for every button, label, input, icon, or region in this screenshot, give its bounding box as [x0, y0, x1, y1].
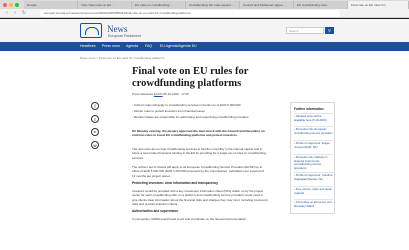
search-input[interactable]: Search: [286, 27, 324, 34]
browser-tab[interactable]: Crowdfunding: EU rules agreed...: [186, 1, 240, 9]
back-icon[interactable]: ‹: [4, 10, 10, 16]
article-byline: Press Releases ECON 05-10-2020 - 17:09: [132, 92, 189, 96]
page-viewport: News European Parliament Search ⚲ Headli…: [0, 19, 409, 250]
browser-tab[interactable]: EU rules on crowdfunding...: [132, 1, 186, 9]
breadcrumb[interactable]: Press room > Final vote on EU rules for …: [80, 56, 164, 60]
nav-item-faq[interactable]: FAQ: [145, 42, 152, 51]
whatsapp-icon[interactable]: w: [91, 141, 99, 149]
twitter-icon[interactable]: t: [91, 115, 99, 123]
minimize-window-button[interactable]: [9, 3, 13, 7]
article-paragraph: Investors would be provided with a key i…: [132, 189, 268, 206]
url-field[interactable]: europarl.europa.eu/news/en/press-room/20…: [40, 10, 340, 17]
site-header: News European Parliament Search ⚲: [0, 19, 409, 42]
byline-date: 05-10-2020 - 17:09: [163, 92, 189, 96]
reload-icon[interactable]: ↻: [21, 10, 27, 16]
sidebar-link[interactable]: Profile of rapporteur: Eugen Jurzyca (EC…: [294, 141, 333, 149]
byline-link[interactable]: ECON: [154, 92, 163, 96]
nav-item-headlines[interactable]: Headlines: [80, 42, 96, 51]
browser-tab[interactable]: EU crowdfunding rules: [294, 1, 348, 9]
further-information-panel: Further information Adopted texts will b…: [290, 102, 335, 214]
maximize-window-button[interactable]: [15, 3, 19, 7]
sidebar-link[interactable]: Adopted texts will be available here (5.…: [294, 114, 333, 122]
browser-tab[interactable]: Google: [24, 1, 78, 9]
sidebar-link[interactable]: Committee on Economic and Monetary Affai…: [294, 200, 333, 208]
site-subtitle: European Parliament: [108, 34, 141, 38]
nav-item-agenda[interactable]: Agenda: [126, 42, 138, 51]
sidebar-link[interactable]: Profile of rapporteur: Caroline Nagtegaa…: [294, 173, 333, 181]
ep-logo[interactable]: [80, 23, 102, 38]
article-paragraph: In connection, ESMA would need to act an…: [132, 217, 247, 221]
browser-tab[interactable]: Council and Parliament agree...: [240, 1, 294, 9]
sidebar-link[interactable]: Free photos, video and audio material: [294, 187, 333, 195]
byline-prefix: Press Releases: [132, 92, 154, 96]
browser-tab-bar: Google Vote: New rules on EU... EU rules…: [0, 0, 409, 9]
site-title[interactable]: News: [107, 24, 128, 34]
article-subheading: Authorisation and supervision: [132, 209, 179, 213]
article-paragraph: On Monday evening, the plenary approved …: [132, 129, 265, 138]
search-icon[interactable]: ⚲: [325, 27, 334, 34]
list-item: - Member states are responsible for auth…: [132, 115, 249, 119]
forward-icon[interactable]: ›: [12, 10, 18, 16]
article-bullets: - Uniform rules will apply to crowdfundi…: [132, 102, 268, 120]
article-subheading: Protecting investors: clear information …: [132, 181, 219, 185]
sidebar-link[interactable]: Procedure file: European crowdfunding se…: [294, 127, 333, 135]
linkedin-icon[interactable]: in: [91, 128, 99, 136]
article-paragraph: The uniform set of criteria will apply t…: [132, 165, 265, 178]
browser-tab[interactable]: Vote: New rules on EU...: [78, 1, 132, 9]
facebook-icon[interactable]: f: [91, 102, 99, 110]
sidebar-link[interactable]: Procedure file: Markets in financial ins…: [294, 155, 333, 170]
nav-item-press-room[interactable]: Press room: [102, 42, 120, 51]
article-paragraph: The new rules aim to help crowdfunding s…: [132, 147, 266, 160]
main-nav: Headlines Press room Agenda FAQ EU Agend…: [0, 42, 409, 51]
address-bar: ‹ › ↻ europarl.europa.eu/news/en/press-r…: [0, 9, 409, 18]
sidebar-title: Further information: [294, 107, 324, 111]
article-headline: Final vote on EU rules for crowdfunding …: [132, 66, 249, 89]
browser-tab-active[interactable]: Final vote on EU rules for...: [348, 1, 409, 9]
nav-item-eu-agenda[interactable]: EU Agenda/Agenda EU: [160, 42, 197, 51]
close-window-button[interactable]: [3, 3, 7, 7]
